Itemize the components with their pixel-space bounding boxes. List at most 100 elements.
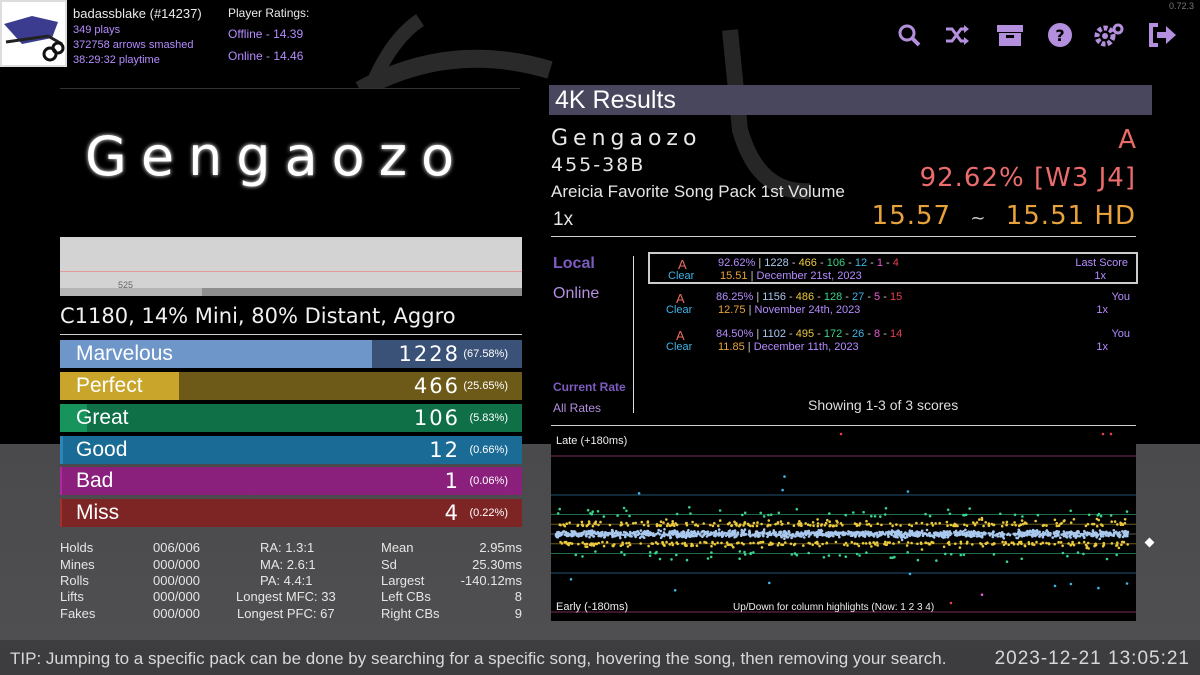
offset-point-perfect	[1053, 518, 1057, 522]
offset-point-perfect	[846, 544, 849, 547]
offset-point-perfect	[1126, 543, 1129, 546]
offset-point-perfect	[1077, 541, 1081, 545]
offset-point-marvelous	[788, 531, 791, 534]
judgment-label: Miss	[76, 501, 120, 524]
offset-point-perfect	[594, 520, 598, 523]
offset-point-perfect	[916, 542, 919, 546]
offset-point-marvelous	[796, 531, 800, 534]
offset-point-marvelous	[758, 534, 761, 538]
offset-point-marvelous	[1118, 531, 1121, 534]
offset-point-perfect	[855, 542, 859, 546]
offset-point-perfect	[793, 542, 797, 546]
shuffle-icon[interactable]	[944, 22, 970, 48]
settings-icon[interactable]	[1094, 22, 1124, 48]
offset-point-marvelous	[630, 535, 633, 538]
offset-point-great	[944, 552, 947, 556]
offset-point-marvelous	[964, 535, 968, 538]
offset-point-perfect	[924, 541, 928, 545]
offset-point-perfect	[1067, 542, 1070, 545]
offset-point-perfect	[730, 524, 733, 528]
filter-all-rates[interactable]: All Rates	[553, 401, 601, 415]
offset-point-perfect	[736, 541, 739, 545]
offset-point-perfect	[971, 521, 975, 524]
offset-point-marvelous	[585, 532, 588, 535]
offset-point-perfect	[821, 542, 824, 546]
judgment-bar	[60, 436, 64, 464]
offset-point-perfect	[605, 541, 609, 544]
score-date: December 11th, 2023	[753, 341, 859, 353]
score-miss: 14	[889, 328, 903, 340]
offset-point-marvelous	[659, 536, 663, 540]
offset-point-perfect	[787, 521, 790, 525]
offset-point-great	[589, 512, 592, 515]
offset-point-perfect	[1047, 542, 1051, 546]
offset-point-marvelous	[911, 532, 915, 535]
clock: 2023-12-21 13:05:21	[994, 648, 1190, 669]
score-percent: 84.50%	[716, 328, 754, 340]
offset-point-miss	[1101, 432, 1105, 436]
offset-point-marvelous	[972, 532, 976, 535]
offset-point-perfect	[1007, 543, 1010, 546]
help-icon[interactable]: ?	[1047, 22, 1073, 48]
pa-ratio: PA: 4.4:1	[260, 573, 313, 588]
offset-point-perfect	[873, 541, 876, 545]
score-clear: Clear	[668, 270, 695, 282]
offset-point-perfect	[1119, 521, 1122, 525]
offset-point-great	[655, 550, 658, 554]
offset-point-perfect	[789, 542, 793, 546]
offset-point-perfect	[749, 541, 752, 545]
filter-current-rate[interactable]: Current Rate	[553, 380, 626, 394]
offset-point-great	[1020, 557, 1023, 561]
score-row[interactable]: A Clear 86.25% | 1156 - 486 - 128 - 27 - 5…	[648, 288, 1138, 320]
offset-point-good	[569, 578, 573, 581]
offset-point-marvelous	[807, 535, 811, 538]
offset-point-great	[581, 555, 584, 558]
avatar[interactable]	[0, 0, 67, 67]
offset-point-great	[558, 507, 561, 511]
offset-point-perfect	[696, 524, 700, 528]
offset-point-marvelous	[983, 532, 986, 535]
search-icon[interactable]	[896, 22, 922, 48]
tab-local[interactable]: Local	[553, 255, 595, 273]
offset-point-marvelous	[1001, 531, 1004, 535]
offset-point-perfect	[1061, 544, 1064, 548]
offset-point-marvelous	[791, 535, 794, 538]
offset-point-great	[777, 511, 781, 515]
offset-point-marvelous	[946, 531, 949, 534]
offset-point-great	[738, 550, 742, 553]
offset-point-perfect	[1041, 524, 1045, 528]
offset-point-perfect	[646, 520, 650, 523]
offset-point-perfect	[743, 522, 747, 525]
right-cbs-label: Right CBs	[381, 606, 440, 621]
offset-point-marvelous	[687, 531, 691, 535]
offset-point-perfect	[594, 522, 597, 526]
judgment-label: Great	[76, 406, 129, 429]
judgment-bar	[60, 467, 63, 495]
offset-point-perfect	[1110, 520, 1113, 523]
offset-point-great	[884, 507, 888, 510]
judgment-count: 12	[429, 438, 460, 462]
offset-point-marvelous	[964, 528, 967, 532]
exit-icon[interactable]	[1148, 22, 1176, 48]
score-good: 27	[852, 291, 865, 303]
offset-point-perfect	[925, 523, 929, 526]
offset-point-marvelous	[710, 531, 714, 535]
offset-point-perfect	[740, 541, 744, 545]
player-name[interactable]: badassblake (#14237)	[73, 6, 202, 21]
offset-point-perfect	[884, 540, 887, 544]
score-row[interactable]: A Clear 92.62% | 1228 - 466 - 106 - 12 - 1…	[648, 252, 1138, 284]
offset-point-perfect	[798, 520, 801, 523]
arrows-smashed: 372758 arrows smashed	[73, 39, 194, 51]
offset-point-perfect	[880, 523, 883, 527]
offset-point-perfect	[825, 542, 828, 545]
offset-point-perfect	[931, 541, 935, 544]
tab-online[interactable]: Online	[553, 285, 599, 303]
score-row[interactable]: A Clear 84.50% | 1102 - 495 - 172 - 26 - 8…	[648, 325, 1138, 357]
offset-point-marvelous	[1098, 537, 1102, 541]
box-icon[interactable]	[996, 22, 1023, 48]
offset-point-marvelous	[574, 531, 577, 534]
offset-point-marvelous	[587, 529, 590, 533]
offset-point-perfect	[979, 542, 982, 545]
offset-point-perfect	[621, 541, 624, 544]
offset-point-perfect	[670, 541, 674, 545]
